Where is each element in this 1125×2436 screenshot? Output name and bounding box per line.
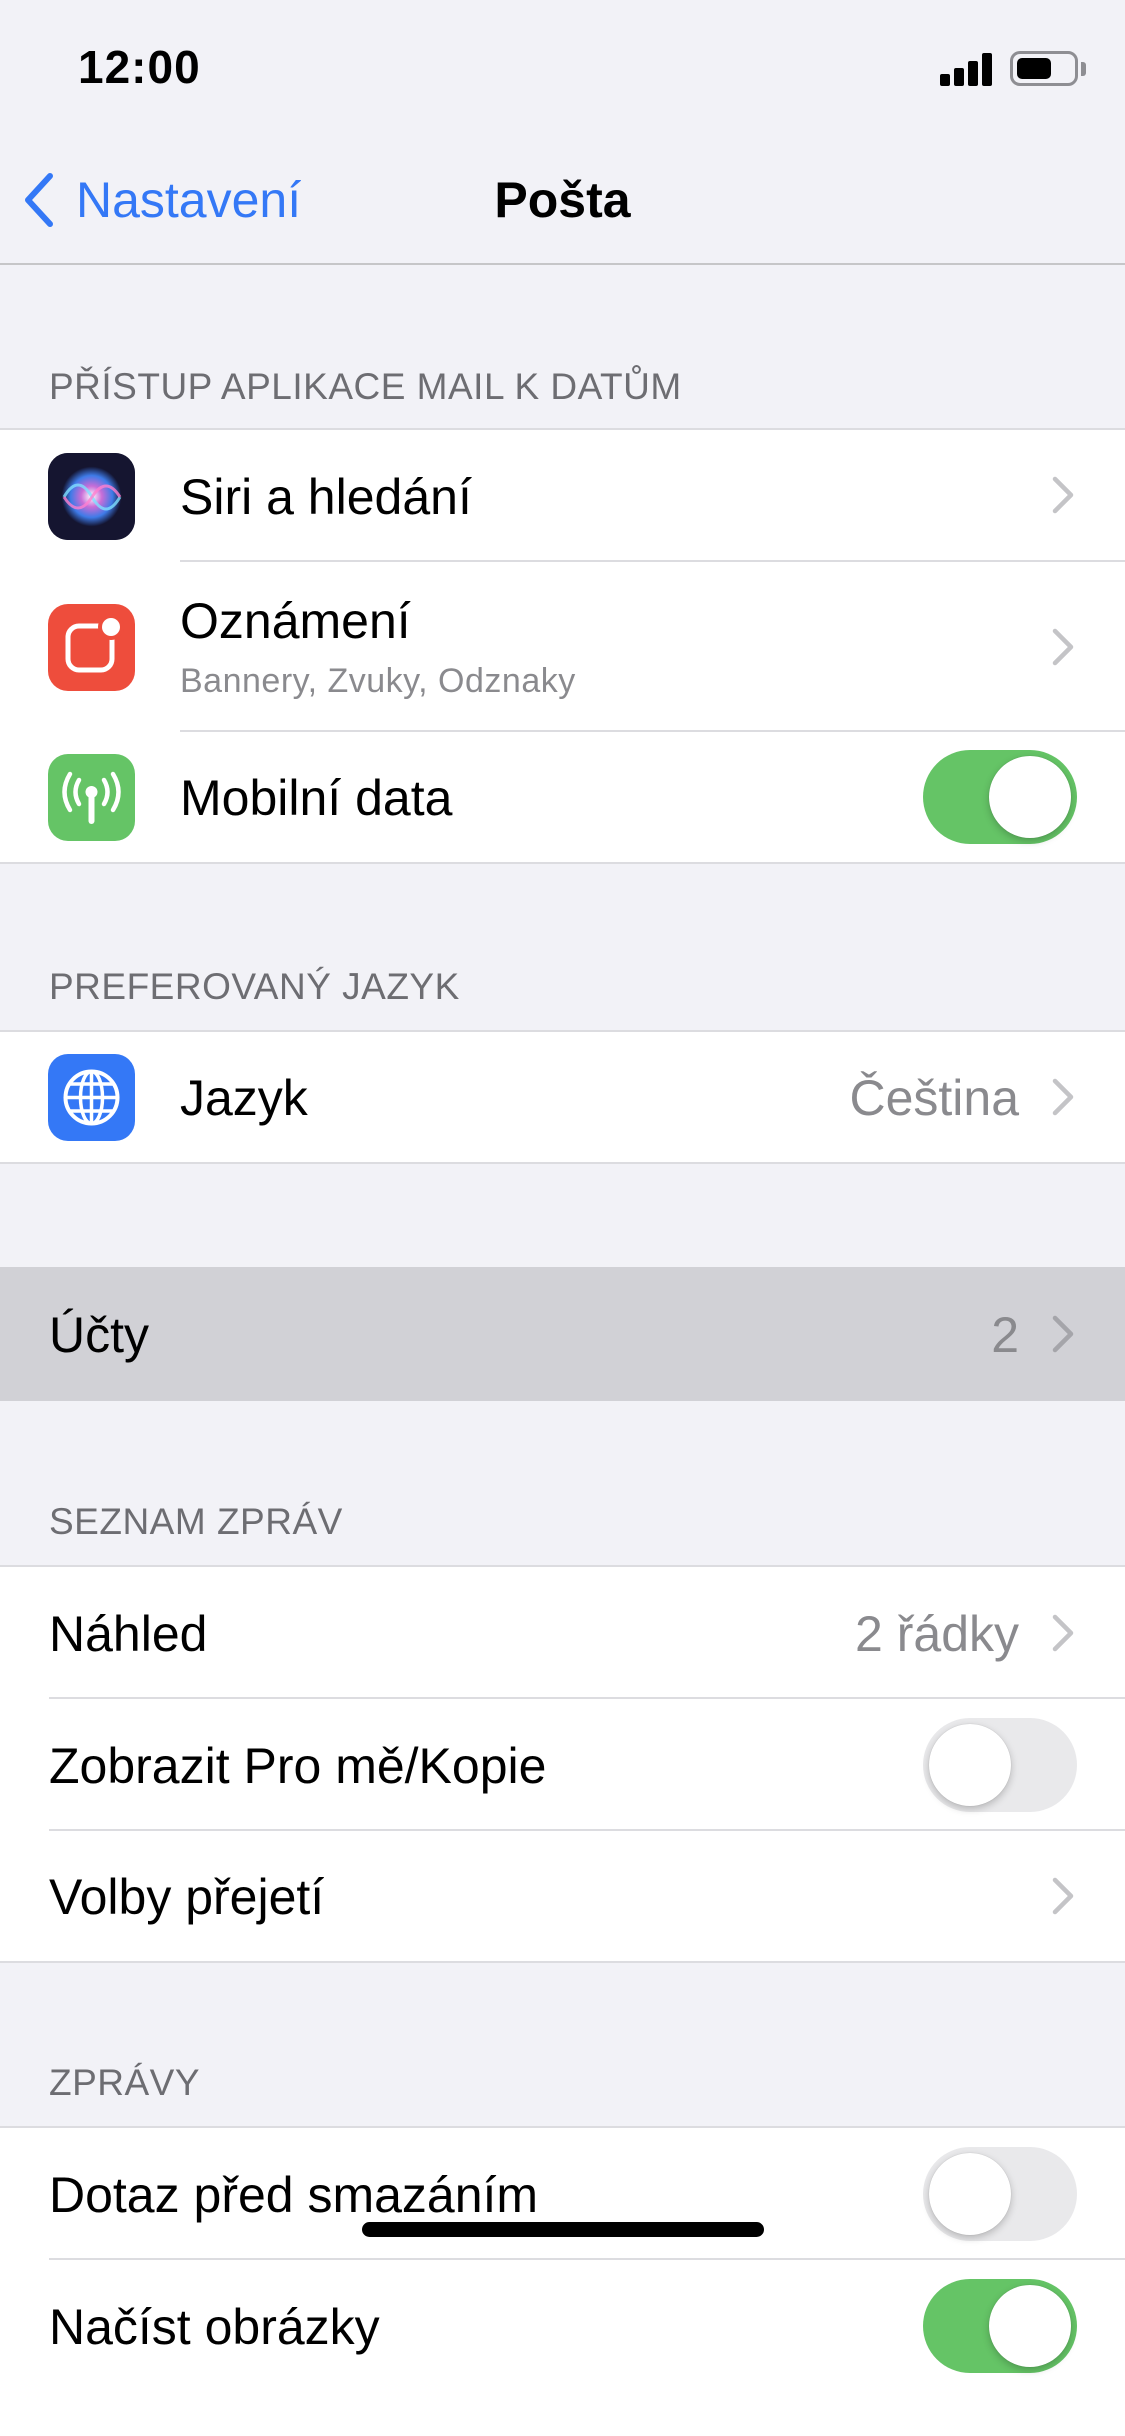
chevron-right-icon xyxy=(1052,476,1074,514)
siri-label: Siri a hledání xyxy=(180,469,472,525)
mobile-data-toggle[interactable] xyxy=(923,750,1077,844)
toggle-knob xyxy=(989,2285,1071,2367)
language-row[interactable]: Jazyk Čeština xyxy=(0,1032,1125,1162)
page-title: Pošta xyxy=(494,172,631,228)
battery-icon xyxy=(1010,51,1078,86)
language-label: Jazyk xyxy=(180,1070,308,1126)
navigation-bar: Nastavení Pošta xyxy=(0,132,1125,265)
chevron-right-icon xyxy=(1052,1614,1074,1652)
notifications-subtitle: Bannery, Zvuky, Odznaky xyxy=(180,662,576,700)
antenna-icon xyxy=(48,754,135,841)
ask-before-deleting-toggle[interactable] xyxy=(923,2147,1077,2241)
language-value: Čeština xyxy=(849,1070,1019,1126)
show-to-cc-row: Zobrazit Pro mě/Kopie xyxy=(0,1699,1125,1831)
load-images-toggle[interactable] xyxy=(923,2279,1077,2373)
chevron-right-icon xyxy=(1052,1315,1074,1353)
accounts-group: Účty 2 xyxy=(0,1267,1125,1401)
notifications-row[interactable]: Oznámení Bannery, Zvuky, Odznaky xyxy=(0,562,1125,732)
notifications-label: Oznámení xyxy=(180,593,411,649)
cellular-signal-icon xyxy=(940,52,992,86)
load-images-row: Načíst obrázky xyxy=(0,2260,1125,2436)
battery-level xyxy=(1017,58,1051,79)
accounts-row[interactable]: Účty 2 xyxy=(0,1269,1125,1399)
preview-value: 2 řádky xyxy=(855,1606,1019,1662)
toggle-knob xyxy=(929,1724,1011,1806)
section-header-messages: ZPRÁVY xyxy=(49,2062,201,2103)
siri-icon xyxy=(48,453,135,540)
ask-before-deleting-label: Dotaz před smazáním xyxy=(49,2167,539,2223)
chevron-right-icon xyxy=(1052,1877,1074,1915)
accounts-count: 2 xyxy=(991,1307,1019,1363)
messages-group: Dotaz před smazáním Načíst obrázky xyxy=(0,2126,1125,2436)
show-to-cc-label: Zobrazit Pro mě/Kopie xyxy=(49,1738,547,1794)
battery-cap xyxy=(1081,62,1086,76)
section-header-message-list: SEZNAM ZPRÁV xyxy=(49,1501,343,1542)
section-header-language: PREFEROVANÝ JAZYK xyxy=(49,966,460,1007)
chevron-right-icon xyxy=(1052,1078,1074,1116)
mail-access-group: Siri a hledání Oznámení Bannery, Zvuky, … xyxy=(0,428,1125,864)
show-to-cc-toggle[interactable] xyxy=(923,1718,1077,1812)
swipe-options-label: Volby přejetí xyxy=(49,1869,325,1925)
chevron-right-icon xyxy=(1052,628,1074,666)
preview-row[interactable]: Náhled 2 řádky xyxy=(0,1567,1125,1699)
swipe-options-row[interactable]: Volby přejetí xyxy=(0,1831,1125,1961)
ask-before-deleting-row: Dotaz před smazáním xyxy=(0,2128,1125,2260)
load-images-label: Načíst obrázky xyxy=(49,2299,380,2355)
preview-label: Náhled xyxy=(49,1606,208,1662)
mobile-data-row: Mobilní data xyxy=(0,732,1125,862)
home-indicator xyxy=(362,2222,764,2237)
section-header-mail-access: PŘÍSTUP APLIKACE MAIL K DATŮM xyxy=(49,366,682,407)
message-list-group: Náhled 2 řádky Zobrazit Pro mě/Kopie Vol… xyxy=(0,1565,1125,1963)
globe-icon xyxy=(48,1054,135,1141)
status-time: 12:00 xyxy=(78,41,201,93)
siri-row[interactable]: Siri a hledání xyxy=(0,430,1125,562)
notifications-icon xyxy=(48,604,135,691)
language-group: Jazyk Čeština xyxy=(0,1030,1125,1164)
accounts-label: Účty xyxy=(49,1307,149,1363)
toggle-knob xyxy=(989,756,1071,838)
status-bar: 12:00 xyxy=(0,0,1125,132)
toggle-knob xyxy=(929,2153,1011,2235)
mobile-data-label: Mobilní data xyxy=(180,770,453,826)
